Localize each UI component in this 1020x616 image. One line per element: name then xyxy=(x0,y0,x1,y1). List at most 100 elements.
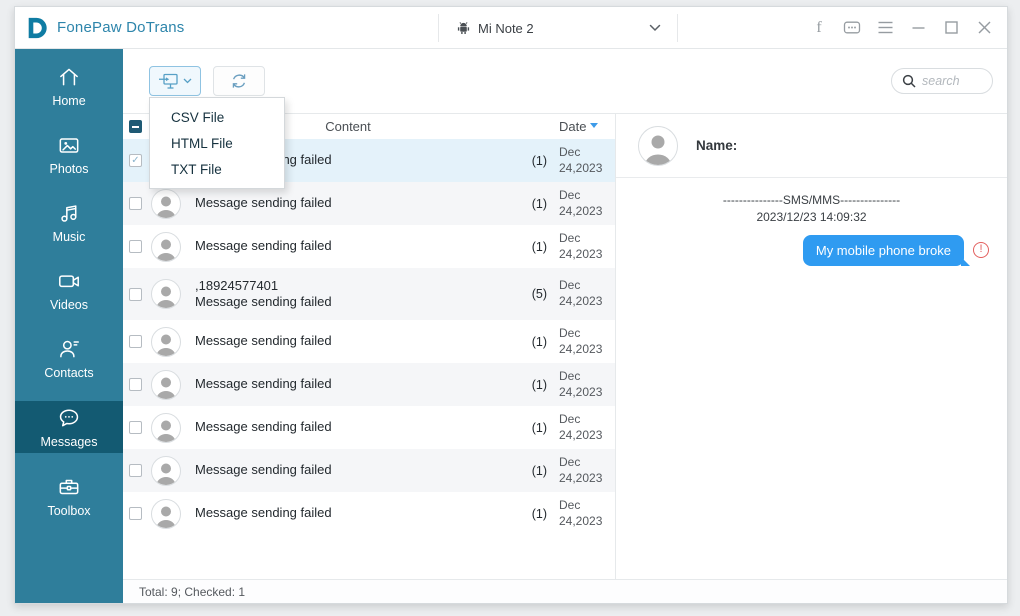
message-preview: Message sending failed xyxy=(187,376,505,392)
message-timestamp: 2023/12/23 14:09:32 xyxy=(616,209,1007,226)
sidebar-item-label: Toolbox xyxy=(47,504,90,518)
chevron-down-icon xyxy=(649,24,661,32)
app-title: FonePaw DoTrans xyxy=(57,19,185,36)
message-preview: Message sending failed xyxy=(187,238,505,254)
contact-name-label: Name: xyxy=(696,138,737,153)
message-row[interactable]: Message sending failed(1)Dec24,2023 xyxy=(123,492,615,535)
search-icon xyxy=(902,74,916,88)
message-count: (1) xyxy=(505,507,549,521)
refresh-button[interactable] xyxy=(213,66,265,96)
row-checkbox[interactable] xyxy=(129,507,142,520)
contact-avatar xyxy=(151,456,181,486)
message-date: Dec24,2023 xyxy=(549,369,615,400)
facebook-icon[interactable]: f xyxy=(810,19,828,37)
sidebar-item-videos[interactable]: Videos xyxy=(15,265,123,315)
select-all-checkbox[interactable] xyxy=(129,120,142,133)
titlebar: FonePaw DoTrans Mi Note 2 xyxy=(15,7,1007,49)
menu-icon[interactable] xyxy=(876,19,894,37)
conversation-header: Name: xyxy=(616,114,1007,178)
sort-desc-icon xyxy=(590,123,598,128)
message-count: (1) xyxy=(505,335,549,349)
message-preview: ,18924577401Message sending failed xyxy=(187,278,505,311)
row-checkbox[interactable] xyxy=(129,288,142,301)
sidebar-item-label: Music xyxy=(53,230,86,244)
close-icon[interactable] xyxy=(975,19,993,37)
export-dropdown-menu: CSV FileHTML FileTXT File xyxy=(149,97,285,189)
feedback-icon[interactable] xyxy=(843,19,861,37)
message-rows: ✓Message sending failed(1)Dec24,2023Mess… xyxy=(123,139,615,579)
row-checkbox[interactable] xyxy=(129,240,142,253)
status-text: Total: 9; Checked: 1 xyxy=(139,585,245,599)
message-preview: Message sending failed xyxy=(187,505,505,521)
message-bubble-row: My mobile phone broke ! xyxy=(616,235,1007,266)
message-date: Dec24,2023 xyxy=(549,326,615,357)
device-selector[interactable]: Mi Note 2 xyxy=(438,14,678,42)
date-column-header[interactable]: Date xyxy=(549,119,615,134)
sidebar-item-music[interactable]: Music xyxy=(15,197,123,247)
sidebar-item-contacts[interactable]: Contacts xyxy=(15,333,123,383)
message-row[interactable]: Message sending failed(1)Dec24,2023 xyxy=(123,225,615,268)
row-checkbox[interactable] xyxy=(129,197,142,210)
music-icon xyxy=(56,200,82,226)
sidebar-item-label: Home xyxy=(52,94,85,108)
sidebar-item-label: Contacts xyxy=(44,366,93,380)
message-count: (1) xyxy=(505,197,549,211)
message-count: (1) xyxy=(505,154,549,168)
sidebar-item-label: Messages xyxy=(41,435,98,449)
message-count: (5) xyxy=(505,287,549,301)
sidebar: Home Photos Music Videos Contacts Messages Too… xyxy=(15,49,123,603)
sidebar-item-label: Photos xyxy=(50,162,89,176)
session-divider: ---------------SMS/MMS--------------- xyxy=(616,192,1007,209)
sidebar-item-home[interactable]: Home xyxy=(15,61,123,111)
message-count: (1) xyxy=(505,378,549,392)
contact-avatar xyxy=(638,126,678,166)
minimize-icon[interactable] xyxy=(909,19,927,37)
menu-item-html-file[interactable]: HTML File xyxy=(150,130,284,156)
maximize-icon[interactable] xyxy=(942,19,960,37)
contact-avatar xyxy=(151,327,181,357)
menu-item-csv-file[interactable]: CSV File xyxy=(150,104,284,130)
contact-avatar xyxy=(151,189,181,219)
contact-avatar xyxy=(151,232,181,262)
row-checkbox[interactable] xyxy=(129,421,142,434)
message-preview: Message sending failed xyxy=(187,419,505,435)
app-window: FonePaw DoTrans Mi Note 2 xyxy=(14,6,1008,604)
contact-avatar xyxy=(151,499,181,529)
message-row[interactable]: Message sending failed(1)Dec24,2023 xyxy=(123,363,615,406)
sidebar-item-toolbox[interactable]: Toolbox xyxy=(15,471,123,521)
row-checkbox[interactable] xyxy=(129,335,142,348)
message-date: Dec24,2023 xyxy=(549,188,615,219)
statusbar: Total: 9; Checked: 1 xyxy=(123,579,1007,603)
contacts-icon xyxy=(56,336,82,362)
export-button[interactable] xyxy=(149,66,201,96)
message-row[interactable]: Message sending failed(1)Dec24,2023 xyxy=(123,406,615,449)
message-row[interactable]: ,18924577401Message sending failed(5)Dec… xyxy=(123,268,615,320)
export-to-device-icon xyxy=(158,72,180,90)
search-input[interactable] xyxy=(922,74,980,88)
home-icon xyxy=(56,64,82,90)
message-row[interactable]: Message sending failed(1)Dec24,2023 xyxy=(123,320,615,363)
refresh-icon xyxy=(229,71,249,91)
search-box xyxy=(891,68,993,94)
row-checkbox[interactable] xyxy=(129,464,142,477)
titlebar-icons: f xyxy=(810,19,993,37)
sidebar-item-label: Videos xyxy=(50,298,88,312)
message-row[interactable]: Message sending failed(1)Dec24,2023 xyxy=(123,449,615,492)
contact-avatar xyxy=(151,370,181,400)
sidebar-item-photos[interactable]: Photos xyxy=(15,129,123,179)
menu-item-txt-file[interactable]: TXT File xyxy=(150,156,284,182)
row-checkbox[interactable]: ✓ xyxy=(129,154,142,167)
contact-avatar xyxy=(151,279,181,309)
messages-icon xyxy=(56,405,82,431)
videos-icon xyxy=(56,268,82,294)
android-device-icon xyxy=(457,21,470,35)
message-date: Dec24,2023 xyxy=(549,278,615,309)
row-checkbox[interactable] xyxy=(129,378,142,391)
message-preview: Message sending failed xyxy=(187,333,505,349)
send-failed-icon[interactable]: ! xyxy=(973,242,989,258)
message-count: (1) xyxy=(505,464,549,478)
message-date: Dec24,2023 xyxy=(549,231,615,262)
message-date: Dec24,2023 xyxy=(549,145,615,176)
device-name: Mi Note 2 xyxy=(478,21,534,36)
sidebar-item-messages[interactable]: Messages xyxy=(15,401,123,453)
